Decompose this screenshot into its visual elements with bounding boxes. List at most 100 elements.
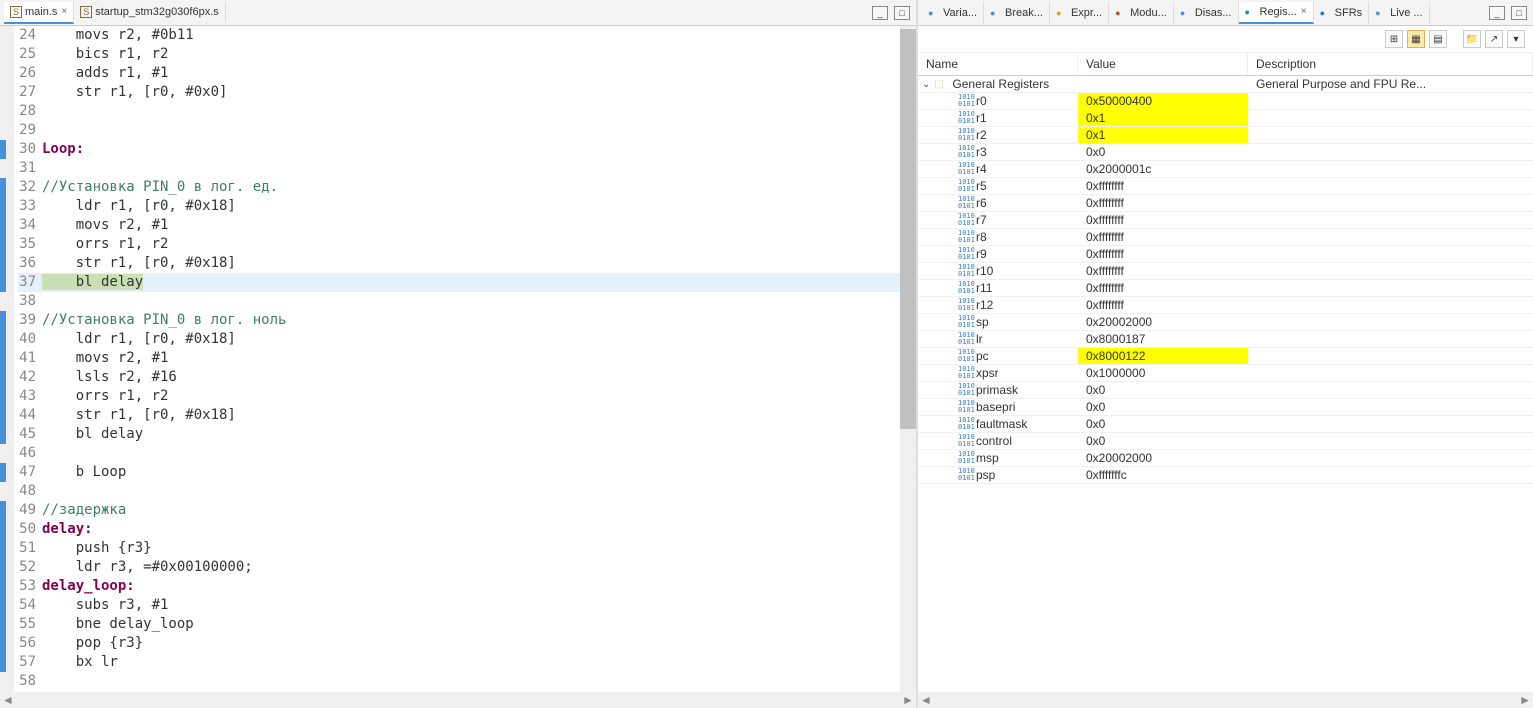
toolbar-open-icon[interactable]: 📁: [1463, 30, 1481, 48]
debug-view-tab[interactable]: ●SFRs: [1314, 2, 1370, 24]
toolbar-export-icon[interactable]: ↗: [1485, 30, 1503, 48]
register-row[interactable]: 10100101r00x50000400: [918, 93, 1533, 110]
code-line[interactable]: 30Loop:: [18, 140, 916, 159]
register-value[interactable]: 0x1: [1078, 110, 1248, 126]
code-line[interactable]: 36 str r1, [r0, #0x18]: [18, 254, 916, 273]
debug-view-tab[interactable]: ●Break...: [984, 2, 1050, 24]
code-line[interactable]: 43 orrs r1, r2: [18, 387, 916, 406]
maximize-button[interactable]: □: [1511, 6, 1527, 20]
register-row[interactable]: 10100101r60xffffffff: [918, 195, 1533, 212]
debug-view-tab[interactable]: ●Disas...: [1174, 2, 1239, 24]
code-line[interactable]: 57 bx lr: [18, 653, 916, 672]
code-line[interactable]: 28: [18, 102, 916, 121]
code-line[interactable]: 42 lsls r2, #16: [18, 368, 916, 387]
toolbar-columns-icon[interactable]: ▤: [1429, 30, 1447, 48]
register-row[interactable]: 10100101r40x2000001c: [918, 161, 1533, 178]
code-line[interactable]: 26 adds r1, #1: [18, 64, 916, 83]
register-value[interactable]: 0x1: [1078, 127, 1248, 143]
register-group-row[interactable]: ⌄ ⬚ General Registers General Purpose an…: [918, 76, 1533, 93]
minimize-button[interactable]: _: [1489, 6, 1505, 20]
code-line[interactable]: 39//Установка PIN_0 в лог. ноль: [18, 311, 916, 330]
register-value[interactable]: 0xfffffffc: [1078, 467, 1248, 483]
code-line[interactable]: 51 push {r3}: [18, 539, 916, 558]
register-row[interactable]: 10100101r20x1: [918, 127, 1533, 144]
code-line[interactable]: 27 str r1, [r0, #0x0]: [18, 83, 916, 102]
register-value[interactable]: 0xffffffff: [1078, 263, 1248, 279]
register-value[interactable]: 0x8000187: [1078, 331, 1248, 347]
register-value[interactable]: 0x1000000: [1078, 365, 1248, 381]
code-line[interactable]: 33 ldr r1, [r0, #0x18]: [18, 197, 916, 216]
toolbar-tree-icon[interactable]: ⊞: [1385, 30, 1403, 48]
register-row[interactable]: 10100101sp0x20002000: [918, 314, 1533, 331]
register-row[interactable]: 10100101r110xffffffff: [918, 280, 1533, 297]
register-value[interactable]: 0x2000001c: [1078, 161, 1248, 177]
register-value[interactable]: 0x50000400: [1078, 93, 1248, 109]
register-row[interactable]: 10100101r50xffffffff: [918, 178, 1533, 195]
code-editor[interactable]: ▸ 24 movs r2, #0b1125 bics r1, r226 adds…: [0, 26, 916, 692]
code-line[interactable]: 31: [18, 159, 916, 178]
register-row[interactable]: 10100101r80xffffffff: [918, 229, 1533, 246]
code-line[interactable]: 32//Установка PIN_0 в лог. ед.: [18, 178, 916, 197]
code-line[interactable]: 37 bl delay: [18, 273, 916, 292]
debug-view-tab[interactable]: ●Modu...: [1109, 2, 1174, 24]
register-row[interactable]: 10100101control0x0: [918, 433, 1533, 450]
code-line[interactable]: 46: [18, 444, 916, 463]
code-line[interactable]: 41 movs r2, #1: [18, 349, 916, 368]
code-line[interactable]: 45 bl delay: [18, 425, 916, 444]
minimize-button[interactable]: _: [872, 6, 888, 20]
code-line[interactable]: 50delay:: [18, 520, 916, 539]
register-row[interactable]: 10100101r90xffffffff: [918, 246, 1533, 263]
code-line[interactable]: 35 orrs r1, r2: [18, 235, 916, 254]
maximize-button[interactable]: □: [894, 6, 910, 20]
close-icon[interactable]: ×: [1301, 6, 1307, 17]
code-line[interactable]: 53delay_loop:: [18, 577, 916, 596]
code-line[interactable]: 29: [18, 121, 916, 140]
code-line[interactable]: 34 movs r2, #1: [18, 216, 916, 235]
col-value[interactable]: Value: [1078, 53, 1248, 75]
register-value[interactable]: 0x20002000: [1078, 450, 1248, 466]
register-row[interactable]: 10100101r120xffffffff: [918, 297, 1533, 314]
register-row[interactable]: 10100101faultmask0x0: [918, 416, 1533, 433]
debug-view-tab[interactable]: ●Regis...×: [1239, 2, 1314, 24]
editor-scrollbar-vertical[interactable]: [900, 26, 916, 692]
editor-scrollbar-horizontal[interactable]: ◄►: [0, 692, 916, 708]
register-value[interactable]: 0xffffffff: [1078, 178, 1248, 194]
debug-view-tab[interactable]: ●Varia...: [922, 2, 984, 24]
register-value[interactable]: 0xffffffff: [1078, 246, 1248, 262]
register-value[interactable]: 0x8000122: [1078, 348, 1248, 364]
code-line[interactable]: 40 ldr r1, [r0, #0x18]: [18, 330, 916, 349]
code-line[interactable]: 25 bics r1, r2: [18, 45, 916, 64]
debug-view-tab[interactable]: ●Live ...: [1369, 2, 1429, 24]
code-line[interactable]: 49//задержка: [18, 501, 916, 520]
register-value[interactable]: 0xffffffff: [1078, 280, 1248, 296]
register-row[interactable]: 10100101r100xffffffff: [918, 263, 1533, 280]
register-row[interactable]: 10100101msp0x20002000: [918, 450, 1533, 467]
register-row[interactable]: 10100101r10x1: [918, 110, 1533, 127]
register-row[interactable]: 10100101r30x0: [918, 144, 1533, 161]
code-line[interactable]: 55 bne delay_loop: [18, 615, 916, 634]
register-row[interactable]: 10100101basepri0x0: [918, 399, 1533, 416]
registers-scrollbar-horizontal[interactable]: ◄►: [918, 692, 1533, 708]
register-value[interactable]: 0x20002000: [1078, 314, 1248, 330]
register-row[interactable]: 10100101pc0x8000122: [918, 348, 1533, 365]
register-row[interactable]: 10100101primask0x0: [918, 382, 1533, 399]
expand-icon[interactable]: ⌄: [922, 79, 930, 90]
code-line[interactable]: 24 movs r2, #0b11: [18, 26, 916, 45]
col-desc[interactable]: Description: [1248, 53, 1533, 75]
code-line[interactable]: 44 str r1, [r0, #0x18]: [18, 406, 916, 425]
code-line[interactable]: 58: [18, 672, 916, 691]
register-row[interactable]: 10100101xpsr0x1000000: [918, 365, 1533, 382]
debug-view-tab[interactable]: ●Expr...: [1050, 2, 1109, 24]
code-line[interactable]: 38: [18, 292, 916, 311]
register-row[interactable]: 10100101lr0x8000187: [918, 331, 1533, 348]
editor-tab[interactable]: Sstartup_stm32g030f6px.s: [74, 2, 226, 22]
code-line[interactable]: 48: [18, 482, 916, 501]
register-row[interactable]: 10100101r70xffffffff: [918, 212, 1533, 229]
code-line[interactable]: 47 b Loop: [18, 463, 916, 482]
code-line[interactable]: 54 subs r3, #1: [18, 596, 916, 615]
register-value[interactable]: 0x0: [1078, 416, 1248, 432]
register-value[interactable]: 0x0: [1078, 144, 1248, 160]
register-value[interactable]: 0x0: [1078, 433, 1248, 449]
col-name[interactable]: Name: [918, 53, 1078, 75]
register-row[interactable]: 10100101psp0xfffffffc: [918, 467, 1533, 484]
